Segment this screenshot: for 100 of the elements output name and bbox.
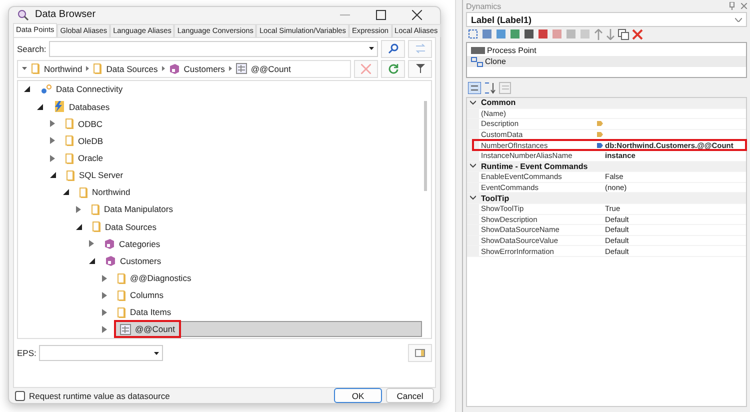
tree-item[interactable]: Categories [119, 238, 160, 249]
search-button[interactable] [381, 40, 405, 58]
pin-icon[interactable] [729, 2, 735, 10]
expanded-arrow-icon[interactable] [37, 104, 43, 110]
folder-icon [117, 306, 126, 318]
folder-icon [93, 63, 102, 74]
collapsed-arrow-icon[interactable] [50, 120, 55, 128]
collapsed-arrow-icon[interactable] [50, 154, 55, 162]
clone-icon [471, 56, 483, 66]
expanded-arrow-icon[interactable] [24, 86, 30, 92]
tree-item[interactable]: Columns [130, 290, 164, 300]
refresh-button[interactable] [381, 60, 405, 78]
collapsed-arrow-icon[interactable] [102, 292, 107, 299]
sort-alpha-icon[interactable] [484, 82, 496, 94]
tree-item[interactable]: Data Sources [105, 222, 156, 232]
list-item[interactable]: Clone [467, 56, 746, 67]
chevron-icon [162, 66, 165, 72]
tree-item[interactable]: Data Manipulators [104, 204, 173, 214]
collapsed-arrow-icon[interactable] [102, 274, 107, 282]
cube-icon [168, 63, 180, 74]
chevron-down-icon[interactable] [470, 195, 476, 202]
eps-label: EPS: [17, 348, 36, 358]
folder-icon [117, 272, 126, 284]
collapsed-arrow-icon[interactable] [102, 308, 107, 316]
square-icon[interactable] [524, 29, 535, 40]
chevron-down-icon[interactable] [470, 100, 476, 106]
scrollbar-thumb[interactable] [424, 100, 427, 191]
database-icon [53, 100, 65, 114]
folder-icon [65, 135, 74, 146]
swap-icon [414, 44, 426, 54]
cancel-button[interactable]: Cancel [386, 388, 434, 403]
list-item[interactable]: Process Point [467, 45, 746, 56]
folder-icon [91, 204, 100, 215]
dropdown-icon[interactable] [22, 67, 27, 70]
tree-item[interactable]: @@Count [135, 324, 175, 334]
copy-icon[interactable] [618, 29, 629, 40]
chevron-down-icon [735, 18, 742, 22]
collapsed-arrow-icon[interactable] [89, 240, 94, 248]
tree-item[interactable]: Northwind [92, 187, 130, 198]
chevron-down-icon[interactable] [470, 163, 476, 170]
breadcrumb-item[interactable]: Customers [184, 64, 225, 74]
panel-title: Dynamics [466, 2, 502, 10]
folder-icon [65, 118, 74, 130]
category-header: ToolTip [479, 193, 746, 203]
folder-icon [31, 63, 40, 74]
selected-tree-row[interactable]: @@Count [114, 321, 422, 338]
category-header: Common [479, 98, 746, 108]
expanded-arrow-icon[interactable] [89, 258, 95, 264]
display-icon [471, 47, 485, 54]
filter-icon [416, 64, 424, 74]
expanded-arrow-icon[interactable] [63, 189, 69, 196]
maximize-icon[interactable] [376, 10, 386, 20]
collapsed-arrow-icon[interactable] [50, 137, 55, 144]
selection-icon[interactable] [468, 29, 479, 40]
checkbox-label: Request runtime value as datasource [29, 390, 171, 400]
down-arrow-icon[interactable] [606, 29, 615, 40]
chevron-icon [228, 66, 232, 72]
folder-icon [79, 186, 88, 198]
refresh-icon [388, 63, 398, 74]
panel-icon [415, 349, 425, 357]
delete-icon[interactable] [632, 29, 643, 40]
tree-item[interactable]: SQL Server [79, 170, 124, 180]
window-title: Data Browser [35, 9, 97, 20]
collapsed-arrow-icon[interactable] [102, 326, 107, 333]
category-header: Runtime - Event Commands [479, 162, 746, 172]
search-label: Search: [17, 44, 46, 54]
breadcrumb-item[interactable]: @@Count [250, 64, 291, 74]
tree-item[interactable]: @@Diagnostics [130, 273, 192, 283]
dropdown-icon [369, 47, 374, 50]
categorized-icon[interactable] [468, 82, 481, 94]
tree-item[interactable]: Oracle [78, 153, 104, 164]
square-icon[interactable] [538, 29, 549, 40]
panel-button[interactable] [408, 344, 432, 362]
checkbox[interactable] [15, 390, 25, 400]
breadcrumb-item[interactable]: Northwind [44, 64, 82, 74]
magnifier-icon [17, 8, 29, 21]
expanded-arrow-icon[interactable] [50, 172, 56, 178]
tree-item[interactable]: Databases [69, 102, 110, 112]
close-icon[interactable] [412, 10, 422, 20]
folder-icon [65, 152, 74, 164]
ok-button[interactable]: OK [334, 388, 382, 403]
x-icon [361, 64, 371, 74]
search-icon [388, 43, 398, 54]
up-arrow-icon[interactable] [594, 29, 603, 40]
filter-button[interactable] [408, 60, 432, 78]
breadcrumb-item[interactable]: Data Sources [106, 64, 158, 74]
cube-icon [105, 255, 116, 266]
tree-item[interactable]: Data Connectivity [56, 84, 123, 94]
tree-item[interactable]: ODBC [78, 118, 103, 129]
tree-item[interactable]: OleDB [78, 136, 104, 146]
search-field[interactable] [49, 40, 378, 57]
collapsed-arrow-icon[interactable] [76, 206, 81, 213]
tree-item[interactable]: Customers [120, 256, 162, 266]
expanded-arrow-icon[interactable] [76, 224, 82, 230]
grid-icon [120, 324, 131, 335]
folder-icon [66, 170, 75, 181]
tree-item[interactable]: Data Items [130, 307, 172, 318]
folder-icon [117, 290, 126, 301]
square-icon[interactable] [510, 29, 521, 40]
object-dropdown[interactable]: Label (Label1) [466, 12, 747, 27]
